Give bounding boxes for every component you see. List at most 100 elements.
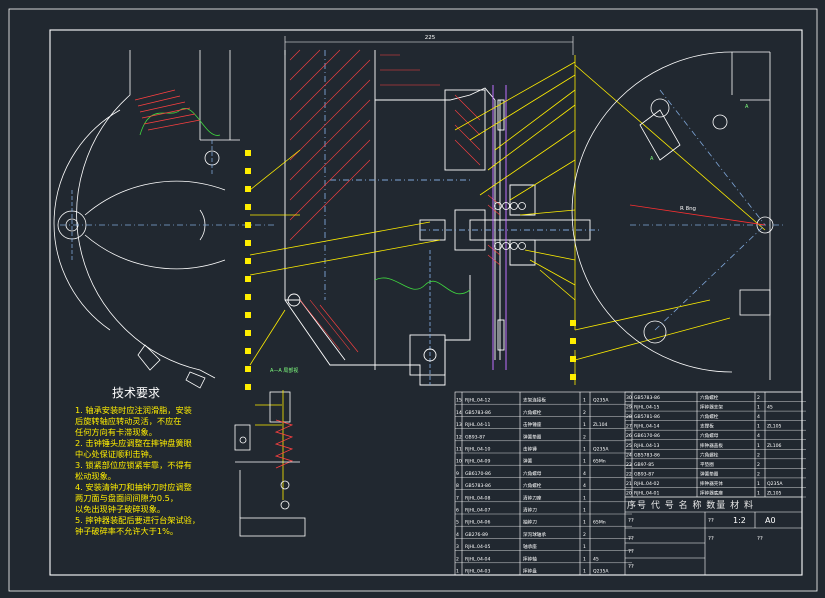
bom-cell: RJHL.04-08 <box>465 495 490 501</box>
title-mark-7: ?? <box>628 518 634 524</box>
bom-cell: 12 <box>456 434 462 440</box>
tech-line-3: 任何方向有卡滞现象。 <box>75 427 157 437</box>
bom-cell: 4 <box>757 414 760 420</box>
bom-cell: 摔钟器底座 <box>700 490 723 497</box>
bom-cell: GB97-85 <box>634 462 654 468</box>
bom-cell: 4 <box>456 532 459 538</box>
bom-cell: 22 <box>626 471 632 477</box>
section-mark-a1: A <box>650 156 654 162</box>
bom-cell: RJHL.04-03 <box>465 569 490 575</box>
section-mark-a2: A <box>745 104 749 110</box>
bom-cell: 摔钟器支架 <box>700 404 723 411</box>
bom-cell: RJHL.04-06 <box>465 520 490 526</box>
bom-cell: 6 <box>456 508 459 514</box>
bom-cell: 4 <box>757 433 760 439</box>
sheet-size: A0 <box>765 516 776 525</box>
bom-cell: 六角螺栓 <box>700 394 719 401</box>
bom-cell: 摔钟盘 <box>523 568 537 575</box>
bom-cell: 29 <box>626 405 632 411</box>
left-break-line <box>139 108 221 136</box>
bom-cell: 21 <box>626 481 632 487</box>
bom-cell: Q235A <box>593 569 609 575</box>
tech-line-9: 两刀面与盘面间间隙为0.5， <box>75 493 178 503</box>
bom-cell: 2 <box>583 532 586 538</box>
bom-cell: Q235A <box>767 481 783 487</box>
bom-cell: 1 <box>583 422 586 428</box>
bom-cell: 7 <box>456 495 459 501</box>
bom-cell: 六角螺母 <box>523 470 542 477</box>
bom-cell: 45 <box>767 405 773 411</box>
bom-cell: 1 <box>757 443 760 449</box>
tech-line-6: 3. 锁紧部位应锁紧牢靠，不得有 <box>75 460 192 470</box>
bom-cell: RJHL.04-13 <box>634 443 659 449</box>
bom-cell: 27 <box>626 424 632 430</box>
bom-cell: 支架连接板 <box>523 397 546 404</box>
bom-cell: RJHL.04-02 <box>634 481 659 487</box>
bom-cell: 弹簧 <box>523 458 533 465</box>
bom-cell: 4 <box>583 471 586 477</box>
right-side-view <box>571 51 785 380</box>
bom-cell: 击钟锤座 <box>523 421 542 428</box>
bom-cell: 2 <box>757 395 760 401</box>
bom-cell: 5 <box>456 520 459 526</box>
bom-cell: 平垫圈 <box>700 461 714 468</box>
bom-cell: 1 <box>583 495 586 501</box>
bom-cell: 六角螺栓 <box>700 413 719 420</box>
scale-value: 1:2 <box>733 516 746 525</box>
section-cut-marks <box>245 150 251 390</box>
radius-label: R 8ng <box>680 206 696 212</box>
bom-cell: GB5783-86 <box>465 410 491 416</box>
bom-cell: RJHL.04-12 <box>465 398 490 404</box>
bom-cell: RJHL.04-11 <box>465 422 490 428</box>
bom-cell: GB6170-86 <box>634 433 660 439</box>
bom-cell: 65Mn <box>593 520 606 526</box>
dimension-225: 225 <box>425 35 436 41</box>
bom-cell: 1 <box>583 520 586 526</box>
bom-cell: 六角螺栓 <box>700 451 719 458</box>
bom-cell: 14 <box>456 410 462 416</box>
tech-line-8: 4. 安装清钟刀和抽钟刀时应调整 <box>75 482 192 492</box>
bom-cell: 清钟刀座 <box>523 494 542 501</box>
tech-line-4: 2. 击钟锤头应调整在摔钟盘簧眼 <box>75 438 192 448</box>
bom-cell: GB93-87 <box>634 471 654 477</box>
title-mark-3: ?? <box>757 536 763 542</box>
bom-cell: 摔钟轴 <box>523 555 537 562</box>
bom-cell: GB276-89 <box>465 532 488 538</box>
tech-line-10: 以免出现钟子破碎现象。 <box>75 504 165 514</box>
main-break-line <box>374 277 471 295</box>
bom-cell: 支撑板 <box>700 423 714 430</box>
tech-title: 技术要求 <box>112 386 160 400</box>
bom-cell: 11 <box>456 447 462 453</box>
section-aa-label: A—A 局部视 <box>270 367 298 374</box>
bom-cell: 2 <box>757 452 760 458</box>
bom-cell: RJHL.04-14 <box>634 424 659 430</box>
bom-cell: 1 <box>583 556 586 562</box>
bom-cell: 2 <box>583 434 586 440</box>
bom-cell: 25 <box>626 443 632 449</box>
bom-cell: GB93-87 <box>465 434 485 440</box>
bom-cell: 45 <box>593 556 599 562</box>
bom-cell: GB5783-86 <box>634 395 660 401</box>
bom-cell: 30 <box>626 395 632 401</box>
tech-requirements: 技术要求 1. 轴承安装时应注润滑脂，安装 后旋转轴应转动灵活，不应在 任何方向… <box>75 386 200 536</box>
bom-cell: RJHL.04-05 <box>465 544 490 550</box>
bom-cell: 1 <box>456 569 459 575</box>
tech-line-2: 后旋转轴应转动灵活，不应在 <box>75 416 181 426</box>
bom-left-table: 15 RJHL.04-12 支架连接板 1 Q235A14 GB5783-86 六角螺栓 21… <box>455 397 632 576</box>
title-mark-6: ?? <box>628 564 634 570</box>
bom-cell: GB5783-86 <box>634 452 660 458</box>
bom-cell: Q235A <box>593 398 609 404</box>
bom-cell: RJHL.04-07 <box>465 508 490 514</box>
bom-cell: 4 <box>583 483 586 489</box>
bom-cell: RJHL.04-15 <box>634 405 659 411</box>
bom-cell: 65Mn <box>593 459 606 465</box>
bom-cell: RJHL.04-10 <box>465 447 490 453</box>
bom-cell: 1 <box>757 481 760 487</box>
bom-cell: 3 <box>456 544 459 550</box>
bom-cell: 摔钟器壳体 <box>700 480 723 487</box>
bom-cell: 1 <box>583 398 586 404</box>
left-side-view <box>53 50 275 389</box>
bom-cell: 轴承座 <box>523 543 537 550</box>
bom-cell: 击钟锤 <box>523 446 537 453</box>
bom-cell: 8 <box>456 483 459 489</box>
